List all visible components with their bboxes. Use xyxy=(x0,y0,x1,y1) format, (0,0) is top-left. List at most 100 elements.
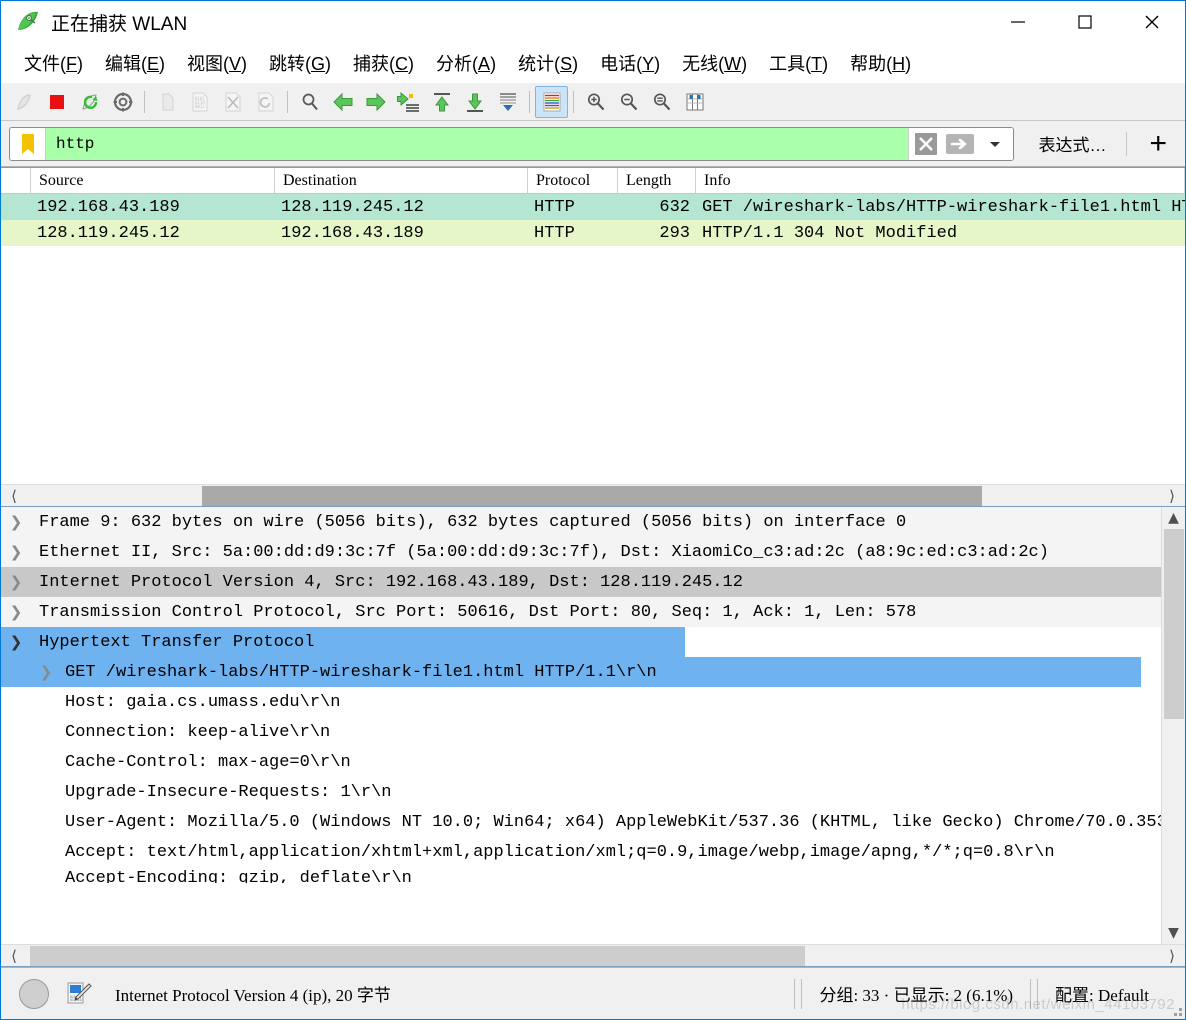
menu-telephony[interactable]: 电话(Y) xyxy=(589,46,671,80)
close-button[interactable] xyxy=(1118,1,1185,43)
detail-row-connection[interactable]: Connection: keep-alive\r\n xyxy=(1,717,1161,747)
hscroll-track[interactable] xyxy=(27,945,1159,967)
detail-row-upgrade-insecure-requests[interactable]: Upgrade-Insecure-Requests: 1\r\n xyxy=(1,777,1161,807)
go-to-packet-icon[interactable] xyxy=(392,86,425,118)
menu-edit[interactable]: 编辑(E) xyxy=(94,46,176,80)
scroll-right-icon[interactable]: ⟩ xyxy=(1159,485,1185,507)
hscroll-track[interactable] xyxy=(27,485,1159,507)
scroll-down-icon[interactable]: ▼ xyxy=(1162,922,1186,944)
menu-help-tail: ) xyxy=(905,54,912,74)
capture-file-properties-icon[interactable]: 010101 011010 xyxy=(65,980,93,1008)
menu-statistics[interactable]: 统计(S) xyxy=(507,46,589,80)
table-row[interactable]: 128.119.245.12 192.168.43.189 HTTP 293 H… xyxy=(1,220,1185,246)
detail-row-http[interactable]: ❯ Hypertext Transfer Protocol xyxy=(1,627,685,657)
detail-row-label: Accept-Encoding: gzip, deflate\r\n xyxy=(65,869,412,883)
save-file-icon[interactable]: 0101 0110 0011 xyxy=(183,86,216,118)
detail-row-accept[interactable]: Accept: text/html,application/xhtml+xml,… xyxy=(1,837,1161,867)
hscroll-thumb[interactable] xyxy=(202,485,982,506)
detail-row-ethernet[interactable]: ❯ Ethernet II, Src: 5a:00:dd:d9:3c:7f (5… xyxy=(1,537,1161,567)
stop-capture-icon[interactable] xyxy=(40,86,73,118)
detail-row-ipv4[interactable]: ❯ Internet Protocol Version 4, Src: 192.… xyxy=(1,567,1161,597)
zoom-in-icon[interactable] xyxy=(579,86,612,118)
vscroll-track[interactable] xyxy=(1162,529,1186,922)
go-to-last-packet-icon[interactable] xyxy=(458,86,491,118)
restart-capture-icon[interactable] xyxy=(73,86,106,118)
chevron-right-icon[interactable]: ❯ xyxy=(1,573,31,591)
filter-expression-button[interactable]: 表达式… xyxy=(1030,127,1114,160)
open-file-icon[interactable] xyxy=(150,86,183,118)
add-filter-button[interactable]: + xyxy=(1139,128,1177,159)
go-to-first-packet-icon[interactable] xyxy=(425,86,458,118)
clear-filter-icon[interactable] xyxy=(909,128,943,160)
zoom-reset-icon[interactable] xyxy=(645,86,678,118)
display-filter-input[interactable] xyxy=(46,127,909,160)
minimize-button[interactable] xyxy=(984,1,1051,43)
column-header-info[interactable]: Info xyxy=(696,168,1185,193)
menu-statistics-tail: ) xyxy=(572,54,579,74)
display-filter-bar: 表达式… + xyxy=(1,121,1185,167)
hscroll-thumb[interactable] xyxy=(30,945,805,966)
resize-columns-icon[interactable] xyxy=(678,86,711,118)
packet-detail-hscrollbar[interactable]: ⟨ ⟩ xyxy=(1,944,1185,966)
menu-go[interactable]: 跳转(G) xyxy=(258,46,342,80)
detail-row-frame[interactable]: ❯ Frame 9: 632 bytes on wire (5056 bits)… xyxy=(1,507,1161,537)
detail-row-accept-encoding[interactable]: Accept-Encoding: gzip, deflate\r\n xyxy=(1,867,1161,883)
close-file-icon[interactable] xyxy=(216,86,249,118)
menu-view-text: 视图( xyxy=(187,54,230,74)
status-profile[interactable]: 配置: Default xyxy=(1041,981,1163,1006)
scroll-left-icon[interactable]: ⟨ xyxy=(1,485,27,507)
capture-options-icon[interactable] xyxy=(106,86,139,118)
detail-row-cache-control[interactable]: Cache-Control: max-age=0\r\n xyxy=(1,747,1161,777)
packet-detail-vscrollbar[interactable]: ▲ ▼ xyxy=(1161,507,1185,944)
detail-row-request-line[interactable]: ❯ GET /wireshark-labs/HTTP-wireshark-fil… xyxy=(1,657,1141,687)
find-packet-icon[interactable] xyxy=(293,86,326,118)
column-header-destination[interactable]: Destination xyxy=(275,168,528,193)
scroll-right-icon[interactable]: ⟩ xyxy=(1159,945,1185,967)
go-back-icon[interactable] xyxy=(326,86,359,118)
resize-grip-icon[interactable] xyxy=(1163,968,1185,1020)
menu-analyze[interactable]: 分析(A) xyxy=(425,46,507,80)
menu-wireless-mnemonic: W xyxy=(724,54,742,74)
bookmark-icon[interactable] xyxy=(10,127,46,160)
vscroll-thumb[interactable] xyxy=(1163,529,1184,719)
chevron-down-icon[interactable] xyxy=(977,128,1013,160)
detail-row-tcp[interactable]: ❯ Transmission Control Protocol, Src Por… xyxy=(1,597,1161,627)
start-capture-icon[interactable] xyxy=(7,86,40,118)
chevron-right-icon[interactable]: ❯ xyxy=(1,543,31,561)
cell-length: 293 xyxy=(659,223,690,243)
packet-list-hscrollbar[interactable]: ⟨ ⟩ xyxy=(1,484,1185,506)
apply-filter-arrow-icon[interactable] xyxy=(943,128,977,160)
column-header-length[interactable]: Length xyxy=(618,168,696,193)
cell-length: 632 xyxy=(659,197,690,217)
menu-analyze-text: 分析( xyxy=(436,54,479,74)
cell-info: HTTP/1.1 304 Not Modified xyxy=(702,223,958,243)
chevron-right-icon[interactable]: ❯ xyxy=(31,663,61,681)
scroll-up-icon[interactable]: ▲ xyxy=(1162,507,1186,529)
chevron-right-icon[interactable]: ❯ xyxy=(1,603,31,621)
menu-file[interactable]: 文件(F) xyxy=(13,46,94,80)
filter-separator xyxy=(1126,131,1128,156)
menu-wireless[interactable]: 无线(W) xyxy=(671,46,758,80)
status-separator-1a xyxy=(794,978,796,1009)
menu-statistics-text: 统计( xyxy=(518,54,561,74)
chevron-down-icon[interactable]: ❯ xyxy=(1,633,31,651)
chevron-right-icon[interactable]: ❯ xyxy=(1,513,31,531)
go-forward-icon[interactable] xyxy=(359,86,392,118)
scroll-left-icon[interactable]: ⟨ xyxy=(1,945,27,967)
detail-row-user-agent[interactable]: User-Agent: Mozilla/5.0 (Windows NT 10.0… xyxy=(1,807,1161,837)
table-row[interactable]: 192.168.43.189 128.119.245.12 HTTP 632 G… xyxy=(1,194,1185,220)
auto-scroll-icon[interactable] xyxy=(491,86,524,118)
zoom-out-icon[interactable] xyxy=(612,86,645,118)
column-header-protocol[interactable]: Protocol xyxy=(528,168,618,193)
colorize-packets-icon[interactable] xyxy=(535,85,568,118)
menu-view[interactable]: 视图(V) xyxy=(176,46,258,80)
maximize-button[interactable] xyxy=(1051,1,1118,43)
detail-row-host[interactable]: Host: gaia.cs.umass.edu\r\n xyxy=(1,687,1161,717)
menu-help[interactable]: 帮助(H) xyxy=(839,46,922,80)
expert-info-circle-icon[interactable] xyxy=(19,978,49,1009)
window-title: 正在捕获 WLAN xyxy=(51,13,188,35)
column-header-source[interactable]: Source xyxy=(31,168,275,193)
reload-file-icon[interactable] xyxy=(249,86,282,118)
menu-tools[interactable]: 工具(T) xyxy=(758,46,839,80)
menu-capture[interactable]: 捕获(C) xyxy=(342,46,425,80)
